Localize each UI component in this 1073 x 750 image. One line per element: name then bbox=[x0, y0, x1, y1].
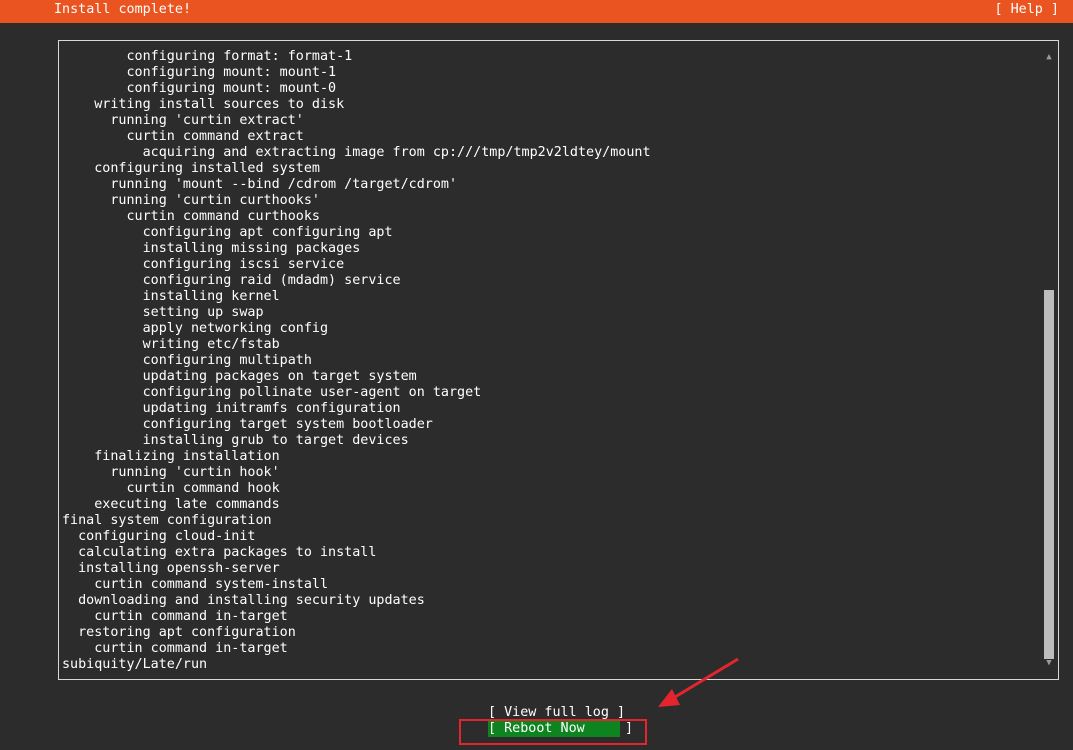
log-line: configuring pollinate user-agent on targ… bbox=[62, 385, 482, 400]
install-log-panel: configuring format: format-1 configuring… bbox=[58, 40, 1059, 680]
log-line: configuring cloud-init bbox=[62, 529, 256, 544]
log-line: running 'curtin curthooks' bbox=[62, 193, 320, 208]
install-status-title: Install complete! bbox=[54, 2, 192, 17]
log-line: setting up swap bbox=[62, 305, 264, 320]
log-line: installing openssh-server bbox=[62, 561, 280, 576]
log-line: installing kernel bbox=[62, 289, 280, 304]
help-button[interactable]: [ Help ] bbox=[995, 2, 1060, 18]
log-line: updating initramfs configuration bbox=[62, 401, 401, 416]
log-line: writing etc/fstab bbox=[62, 337, 280, 352]
title-bar: Install complete! [ Help ] bbox=[0, 0, 1073, 23]
log-line: configuring format: format-1 bbox=[62, 49, 353, 64]
log-line: curtin command system-install bbox=[62, 577, 329, 592]
scroll-thumb[interactable] bbox=[1044, 290, 1054, 659]
log-line: apply networking config bbox=[62, 321, 329, 336]
log-line: configuring iscsi service bbox=[62, 257, 345, 272]
log-line: curtin command extract bbox=[62, 129, 304, 144]
log-scrollbar[interactable]: ▲ ▼ bbox=[1043, 49, 1055, 671]
log-line: writing install sources to disk bbox=[62, 97, 345, 112]
log-line: configuring apt configuring apt bbox=[62, 225, 393, 240]
annotation-highlight-box bbox=[459, 719, 647, 745]
log-line: installing missing packages bbox=[62, 241, 361, 256]
log-line: final system configuration bbox=[62, 513, 272, 528]
log-line: configuring multipath bbox=[62, 353, 312, 368]
log-lines: configuring format: format-1 configuring… bbox=[62, 49, 1037, 673]
log-line: curtin command hook bbox=[62, 481, 280, 496]
log-line: curtin command curthooks bbox=[62, 209, 320, 224]
log-line: running 'curtin extract' bbox=[62, 113, 304, 128]
log-line: configuring mount: mount-0 bbox=[62, 81, 337, 96]
log-line: configuring installed system bbox=[62, 161, 320, 176]
log-line: configuring mount: mount-1 bbox=[62, 65, 337, 80]
log-line: curtin command in-target bbox=[62, 609, 288, 624]
log-line: downloading and installing security upda… bbox=[62, 593, 425, 608]
log-line: configuring target system bootloader bbox=[62, 417, 433, 432]
log-line: acquiring and extracting image from cp:/… bbox=[62, 145, 651, 160]
log-line: restoring apt configuration bbox=[62, 625, 296, 640]
log-line: finalizing installation bbox=[62, 449, 280, 464]
annotation-arrow-icon bbox=[658, 657, 739, 707]
log-line: configuring raid (mdadm) service bbox=[62, 273, 401, 288]
log-line: installing grub to target devices bbox=[62, 433, 409, 448]
log-line: subiquity/Late/run bbox=[62, 657, 208, 672]
log-line: calculating extra packages to install bbox=[62, 545, 377, 560]
log-line: curtin command in-target bbox=[62, 641, 288, 656]
log-line: executing late commands bbox=[62, 497, 280, 512]
log-line: running 'curtin hook' bbox=[62, 465, 280, 480]
scroll-down-icon[interactable]: ▼ bbox=[1043, 657, 1055, 669]
log-line: updating packages on target system bbox=[62, 369, 417, 384]
log-line: running 'mount --bind /cdrom /target/cdr… bbox=[62, 177, 458, 192]
scroll-up-icon[interactable]: ▲ bbox=[1043, 51, 1055, 63]
